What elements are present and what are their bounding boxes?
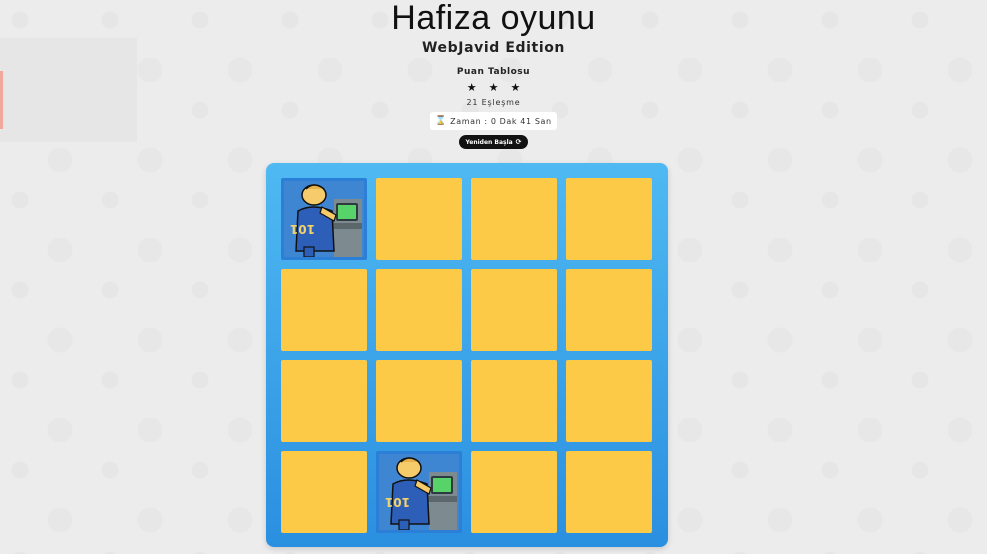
timer-text: Zaman : 0 Dak 41 San [450, 116, 552, 126]
restart-label: Yeniden Başla [465, 138, 513, 146]
card-closed[interactable] [281, 360, 367, 442]
card-open[interactable]: 101 [376, 451, 462, 533]
vault-boy-computer-icon: 101 [284, 181, 364, 257]
card-closed[interactable] [566, 178, 652, 260]
star-icon: ★ [488, 81, 499, 94]
card-closed[interactable] [376, 269, 462, 351]
refresh-icon: ⟳ [515, 138, 522, 146]
card-closed[interactable] [566, 269, 652, 351]
svg-text:101: 101 [290, 222, 315, 236]
card-closed[interactable] [471, 269, 557, 351]
star-rating: ★ ★ ★ [0, 82, 987, 93]
card-closed[interactable] [281, 451, 367, 533]
card-closed[interactable] [281, 269, 367, 351]
card-closed[interactable] [376, 178, 462, 260]
page-subtitle: WebJavid Edition [422, 40, 565, 56]
card-deck: 101 101 [266, 163, 668, 547]
hourglass-icon: ⌛ [435, 116, 448, 126]
card-closed[interactable] [566, 360, 652, 442]
star-icon: ★ [510, 81, 521, 94]
score-panel-title: Puan Tablosu [456, 67, 531, 77]
card-closed[interactable] [471, 178, 557, 260]
svg-text:101: 101 [385, 495, 410, 509]
star-icon: ★ [466, 81, 477, 94]
card-closed[interactable] [471, 451, 557, 533]
card-open[interactable]: 101 [281, 178, 367, 260]
timer: ⌛ Zaman : 0 Dak 41 San [430, 112, 557, 130]
moves-counter: 21 Eşleşme [466, 98, 521, 107]
card-closed[interactable] [566, 451, 652, 533]
card-closed[interactable] [471, 360, 557, 442]
page-title: Hafiza oyunu [391, 0, 596, 37]
vault-boy-computer-icon: 101 [379, 454, 459, 530]
restart-button[interactable]: Yeniden Başla ⟳ [459, 135, 528, 149]
header: Hafiza oyunu WebJavid Edition Puan Tablo… [0, 0, 987, 149]
card-closed[interactable] [376, 360, 462, 442]
